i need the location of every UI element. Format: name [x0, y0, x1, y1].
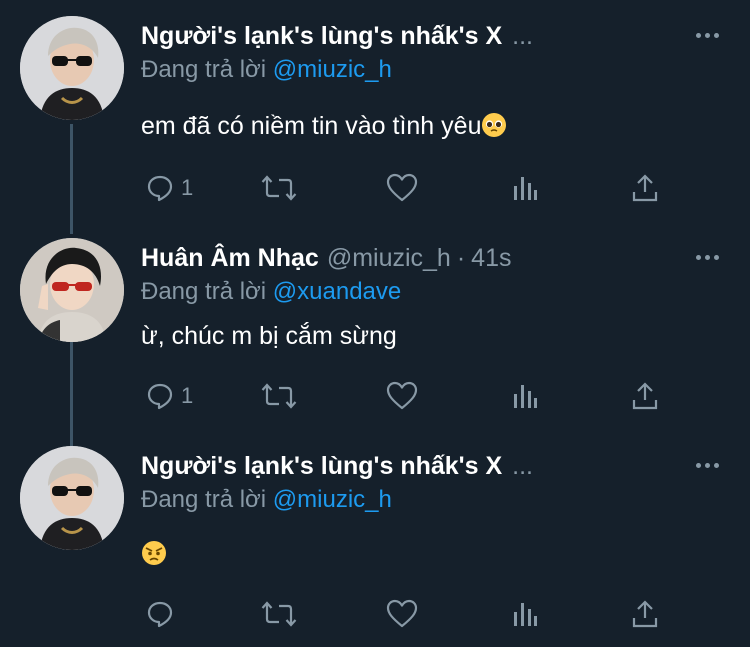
tweet[interactable]: Huân Âm Nhạc @miuzic_h · 41s Đang trả lờ…: [0, 238, 750, 438]
analytics-button[interactable]: [511, 172, 539, 204]
like-button[interactable]: [386, 598, 418, 630]
retweet-button[interactable]: [261, 172, 297, 204]
like-icon: [386, 173, 418, 202]
display-name[interactable]: Huân Âm Nhạc: [141, 244, 319, 273]
reply-icon: [147, 601, 173, 628]
reply-icon: [147, 383, 173, 410]
avatar[interactable]: [20, 16, 124, 120]
tweet-actions: 1: [141, 172, 661, 204]
name-truncation: ...: [512, 21, 533, 50]
avatar[interactable]: [20, 238, 124, 342]
angry-face-icon: [142, 541, 166, 565]
tweet-actions: 1: [141, 380, 661, 412]
avatar-image: [20, 446, 124, 550]
share-button[interactable]: [631, 380, 659, 412]
avatar-image: [20, 238, 124, 342]
replying-to-label: Đang trả lời: [141, 278, 267, 305]
retweet-icon: [261, 601, 297, 627]
replying-to: Đang trả lời @xuandave: [141, 278, 401, 306]
tweet-text-content: ừ, chúc m bị cắm sừng: [141, 322, 397, 350]
reply-count: 1: [181, 175, 194, 200]
retweet-icon: [261, 175, 297, 201]
share-button[interactable]: [631, 172, 659, 204]
like-button[interactable]: [386, 172, 418, 204]
reply-button[interactable]: 1: [145, 380, 193, 412]
tweet[interactable]: Người's lạnk's lùng's nhấk's X ... Đang …: [0, 16, 750, 216]
pleading-face-icon: [482, 113, 507, 137]
tweet-text: [141, 540, 167, 569]
analytics-icon: [514, 177, 537, 200]
reply-icon: [147, 175, 173, 202]
name-truncation: ...: [512, 451, 533, 480]
like-icon: [386, 599, 418, 628]
like-icon: [386, 381, 418, 410]
display-name[interactable]: Người's lạnk's lùng's nhấk's X: [141, 452, 502, 481]
retweet-icon: [261, 383, 297, 409]
mention-link[interactable]: @miuzic_h: [273, 56, 392, 83]
timestamp[interactable]: 41s: [471, 244, 511, 273]
share-icon: [632, 600, 658, 628]
analytics-button[interactable]: [511, 380, 539, 412]
more-icon[interactable]: [694, 452, 720, 478]
replying-to-label: Đang trả lời: [141, 486, 267, 513]
replying-to: Đang trả lời @miuzic_h: [141, 56, 392, 84]
like-button[interactable]: [386, 380, 418, 412]
reply-button[interactable]: 1: [145, 172, 193, 204]
display-name[interactable]: Người's lạnk's lùng's nhấk's X: [141, 22, 502, 51]
tweet[interactable]: Người's lạnk's lùng's nhấk's X ... Đang …: [0, 446, 750, 646]
more-icon[interactable]: [694, 22, 720, 48]
avatar[interactable]: [20, 446, 124, 550]
tweet-text: em đã có niềm tin vào tình yêu: [141, 112, 507, 141]
more-icon[interactable]: [694, 244, 720, 270]
retweet-button[interactable]: [261, 598, 297, 630]
mention-link[interactable]: @miuzic_h: [273, 486, 392, 513]
reply-count: 1: [181, 383, 194, 408]
analytics-icon: [514, 603, 537, 626]
tweet-actions: [141, 598, 661, 630]
share-button[interactable]: [631, 598, 659, 630]
share-icon: [632, 382, 658, 410]
tweet-text: ừ, chúc m bị cắm sừng: [141, 322, 397, 351]
analytics-icon: [514, 385, 537, 408]
retweet-button[interactable]: [261, 380, 297, 412]
separator-dot: ·: [456, 243, 466, 272]
share-icon: [632, 174, 658, 202]
replying-to-label: Đang trả lời: [141, 56, 267, 83]
reply-button[interactable]: [145, 598, 175, 630]
user-handle[interactable]: @miuzic_h: [327, 244, 451, 273]
analytics-button[interactable]: [511, 598, 539, 630]
tweet-text-content: em đã có niềm tin vào tình yêu: [141, 112, 482, 140]
mention-link[interactable]: @xuandave: [273, 278, 401, 305]
avatar-image: [20, 16, 124, 120]
replying-to: Đang trả lời @miuzic_h: [141, 486, 392, 514]
